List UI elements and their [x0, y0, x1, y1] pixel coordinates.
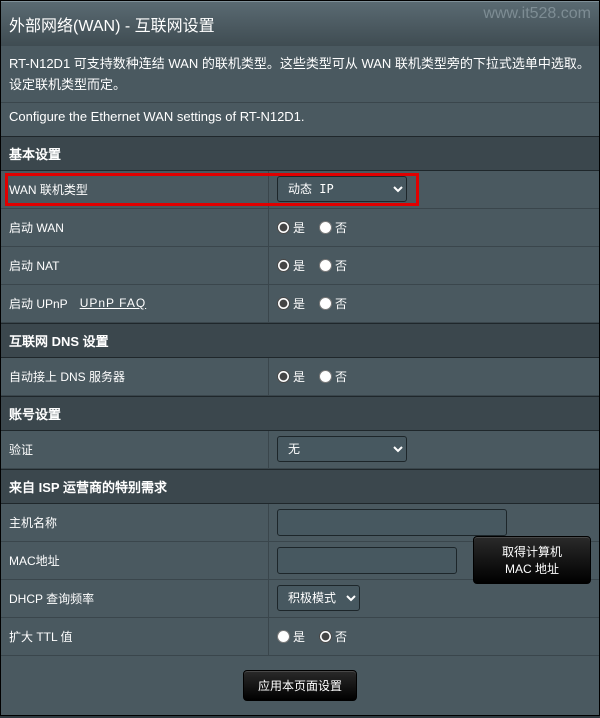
watermark-text: www.it528.com	[483, 5, 591, 23]
row-auth: 验证 无	[1, 431, 599, 469]
mac-input[interactable]	[277, 547, 457, 574]
enable-wan-yes[interactable]: 是	[277, 219, 305, 236]
enable-nat-yes[interactable]: 是	[277, 257, 305, 274]
intro-text-2: Configure the Ethernet WAN settings of R…	[1, 103, 599, 136]
auth-select[interactable]: 无	[277, 436, 407, 462]
wan-type-label: WAN 联机类型	[1, 171, 269, 208]
auth-label: 验证	[1, 431, 269, 468]
ttl-no[interactable]: 否	[319, 628, 347, 645]
row-ttl: 扩大 TTL 值 是 否	[1, 618, 599, 656]
ttl-label: 扩大 TTL 值	[1, 618, 269, 655]
wan-type-select[interactable]: 动态 IP	[277, 176, 407, 202]
upnp-faq-link[interactable]: UPnP FAQ	[80, 296, 146, 310]
hostname-input[interactable]	[277, 509, 507, 536]
enable-upnp-no[interactable]: 否	[319, 295, 347, 312]
row-enable-nat: 启动 NAT 是 否	[1, 247, 599, 285]
enable-nat-label: 启动 NAT	[1, 247, 269, 284]
intro-text-1: RT-N12D1 可支持数种连结 WAN 的联机类型。这些类型可从 WAN 联机…	[1, 46, 599, 103]
dhcp-freq-select[interactable]: 积极模式	[277, 585, 360, 611]
apply-row: 应用本页面设置	[1, 656, 599, 715]
row-enable-upnp: 启动 UPnP UPnP FAQ 是 否	[1, 285, 599, 323]
row-dhcp-freq: DHCP 查询频率 积极模式	[1, 580, 599, 618]
section-account-title: 账号设置	[1, 396, 599, 431]
hostname-label: 主机名称	[1, 504, 269, 541]
auto-dns-label: 自动接上 DNS 服务器	[1, 358, 269, 395]
enable-upnp-label: 启动 UPnP	[9, 295, 68, 312]
ttl-yes[interactable]: 是	[277, 628, 305, 645]
enable-nat-no[interactable]: 否	[319, 257, 347, 274]
auto-dns-no[interactable]: 否	[319, 368, 347, 385]
row-enable-wan: 启动 WAN 是 否	[1, 209, 599, 247]
section-basic-title: 基本设置	[1, 136, 599, 171]
row-auto-dns: 自动接上 DNS 服务器 是 否	[1, 358, 599, 396]
enable-wan-label: 启动 WAN	[1, 209, 269, 246]
auto-dns-yes[interactable]: 是	[277, 368, 305, 385]
enable-upnp-yes[interactable]: 是	[277, 295, 305, 312]
row-mac: MAC地址 取得计算机 MAC 地址	[1, 542, 599, 580]
dhcp-freq-label: DHCP 查询频率	[1, 580, 269, 617]
section-dns-title: 互联网 DNS 设置	[1, 323, 599, 358]
apply-button[interactable]: 应用本页面设置	[243, 670, 357, 701]
get-mac-button[interactable]: 取得计算机 MAC 地址	[473, 536, 591, 584]
section-isp-title: 来自 ISP 运营商的特别需求	[1, 469, 599, 504]
enable-wan-no[interactable]: 否	[319, 219, 347, 236]
mac-label: MAC地址	[1, 542, 269, 579]
row-wan-type: WAN 联机类型 动态 IP	[1, 171, 599, 209]
